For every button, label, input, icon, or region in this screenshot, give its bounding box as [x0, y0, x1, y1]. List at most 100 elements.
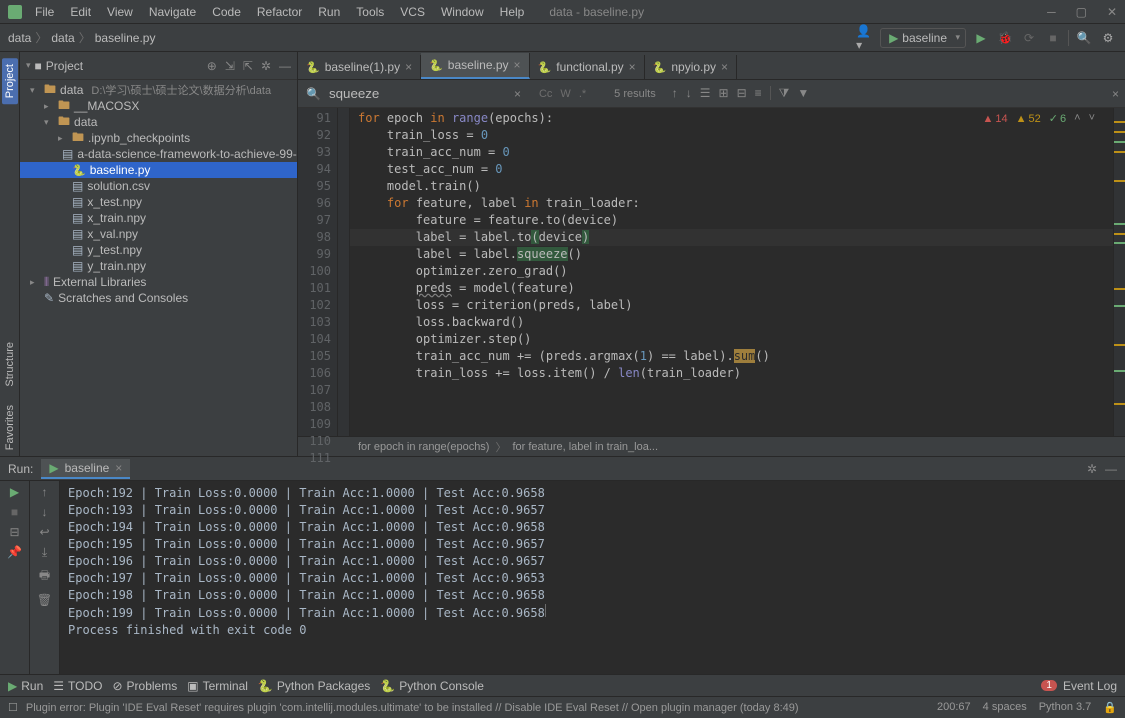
regex-toggle[interactable]: .* [579, 88, 586, 100]
filter-icon[interactable]: ⧩ [779, 86, 790, 101]
prev-match-icon[interactable]: ↑ [672, 86, 678, 101]
prev-highlight-icon[interactable]: ˄ [1074, 112, 1080, 125]
hide-run-icon[interactable]: — [1105, 462, 1117, 476]
stop-button[interactable]: ■ [1044, 29, 1062, 47]
pin-icon[interactable]: 📌 [7, 545, 22, 559]
add-selection-icon[interactable]: ⊞ [719, 86, 729, 101]
breadcrumb-item[interactable]: data [8, 31, 31, 45]
stop-icon[interactable]: ■ [11, 505, 18, 519]
next-highlight-icon[interactable]: ˅ [1089, 112, 1095, 125]
tool-run[interactable]: ▶Run [8, 679, 43, 693]
menu-item[interactable]: View [100, 3, 140, 21]
sidebar-tab-structure[interactable]: Structure [2, 336, 18, 393]
expand-all-icon[interactable]: ⇲ [225, 59, 235, 73]
tool-window-toggle-icon[interactable]: ☐ [8, 701, 18, 714]
menu-item[interactable]: Run [311, 3, 347, 21]
close-tab-icon[interactable]: × [629, 60, 636, 74]
collapse-all-icon[interactable]: ⇱ [243, 59, 253, 73]
print-icon[interactable]: 🖶 [39, 566, 50, 587]
menu-item[interactable]: VCS [393, 3, 432, 21]
breadcrumb-item[interactable]: data [51, 31, 74, 45]
run-config-selector[interactable]: ▶ baseline [880, 28, 966, 48]
lock-icon[interactable]: 🔒 [1103, 701, 1117, 714]
user-icon[interactable]: 👤▾ [856, 29, 874, 47]
tree-item[interactable]: ▤x_val.npy [20, 226, 297, 242]
code-editor[interactable]: 9192939495969798991001011021031041051061… [298, 108, 1125, 436]
close-tab-icon[interactable]: × [514, 58, 521, 72]
layout-icon[interactable]: ⊟ [9, 525, 19, 539]
words-toggle[interactable]: W [560, 88, 570, 100]
fold-gutter[interactable] [338, 108, 350, 436]
minimize-icon[interactable]: ─ [1047, 5, 1056, 19]
tree-item[interactable]: ▸🖿.ipynb_checkpoints [20, 130, 297, 146]
tool-py-console[interactable]: 🐍 Python Console [380, 679, 484, 693]
line-col-indicator[interactable]: 200:67 [937, 701, 971, 714]
menu-item[interactable]: Edit [63, 3, 98, 21]
match-case-toggle[interactable]: Cc [539, 88, 552, 100]
more-icon[interactable]: ▼ [797, 86, 809, 101]
tool-py-packages[interactable]: 🐍 Python Packages [258, 679, 370, 693]
menu-item[interactable]: Help [493, 3, 532, 21]
soft-wrap-icon[interactable]: ↩ [39, 525, 49, 539]
close-tab-icon[interactable]: × [721, 60, 728, 74]
scroll-end-icon[interactable]: ⤓ [42, 545, 47, 560]
editor-breadcrumb[interactable]: for epoch in range(epochs) 〉 for feature… [298, 436, 1125, 456]
hide-icon[interactable]: — [279, 59, 291, 73]
close-tab-icon[interactable]: × [405, 60, 412, 74]
event-log[interactable]: Event Log [1063, 679, 1117, 693]
tree-item[interactable]: ▤a-data-science-framework-to-achieve-99-… [20, 146, 297, 162]
run-tab[interactable]: ▶ baseline × [41, 459, 130, 479]
editor-tab[interactable]: 🐍baseline(1).py× [298, 55, 421, 79]
close-find-bar[interactable]: × [1112, 87, 1119, 101]
locate-icon[interactable]: ⊕ [207, 59, 217, 73]
project-tree[interactable]: ▾🖿dataD:\学习\硕士\硕士论文\数据分析\data▸🖿__MACOSX▾… [20, 80, 297, 456]
tree-item[interactable]: ▤y_test.npy [20, 242, 297, 258]
tree-item[interactable]: ▤solution.csv [20, 178, 297, 194]
select-all-icon[interactable]: ☰ [700, 86, 711, 101]
menu-item[interactable]: Refactor [250, 3, 309, 21]
editor-tab[interactable]: 🐍functional.py× [530, 55, 645, 79]
run-button[interactable]: ▶ [972, 29, 990, 47]
editor-tab[interactable]: 🐍baseline.py× [421, 53, 529, 79]
tree-item[interactable]: ✎Scratches and Consoles [20, 290, 297, 306]
tree-item[interactable]: ▤y_train.npy [20, 258, 297, 274]
search-everywhere-icon[interactable]: 🔍 [1075, 29, 1093, 47]
clear-icon[interactable]: 🗑 [37, 593, 52, 607]
line-number-gutter[interactable]: 9192939495969798991001011021031041051061… [298, 108, 338, 436]
debug-button[interactable]: 🐞 [996, 29, 1014, 47]
rerun-icon[interactable]: ▶ [10, 485, 19, 499]
python-interpreter[interactable]: Python 3.7 [1039, 701, 1092, 714]
maximize-icon[interactable]: ▢ [1076, 5, 1087, 19]
menu-item[interactable]: Window [434, 3, 491, 21]
close-icon[interactable]: ✕ [1107, 5, 1117, 19]
next-match-icon[interactable]: ↓ [686, 86, 692, 101]
tree-item[interactable]: ▤x_train.npy [20, 210, 297, 226]
status-message[interactable]: Plugin error: Plugin 'IDE Eval Reset' re… [26, 702, 799, 714]
remove-selection-icon[interactable]: ⊟ [737, 86, 747, 101]
menu-item[interactable]: Code [205, 3, 248, 21]
tool-terminal[interactable]: ▣ Terminal [187, 679, 248, 693]
run-settings-icon[interactable]: ✲ [1087, 462, 1097, 476]
indent-indicator[interactable]: 4 spaces [983, 701, 1027, 714]
coverage-icon[interactable]: ⟳ [1020, 29, 1038, 47]
ide-settings-icon[interactable]: ⚙ [1099, 29, 1117, 47]
tree-item[interactable]: 🐍baseline.py [20, 162, 297, 178]
close-run-tab[interactable]: × [115, 461, 122, 475]
sidebar-tab-project[interactable]: Project [2, 58, 18, 104]
menu-item[interactable]: Navigate [142, 3, 203, 21]
tree-item[interactable]: ▾🖿data [20, 114, 297, 130]
sidebar-tab-favorites[interactable]: Favorites [2, 399, 18, 456]
editor-tab[interactable]: 🐍npyio.py× [645, 55, 737, 79]
tool-problems[interactable]: ⊘ Problems [112, 679, 177, 693]
console-output[interactable]: Epoch:192 | Train Loss:0.0000 | Train Ac… [60, 481, 1125, 674]
select-occurrences-icon[interactable]: ≡ [755, 86, 762, 101]
clear-search-icon[interactable]: × [514, 87, 521, 101]
inspection-widget[interactable]: ▲14 ▲52 ✓6 ˄ ˅ [983, 112, 1096, 125]
project-view-mode[interactable]: ■ Project [26, 59, 83, 73]
search-input[interactable] [329, 86, 506, 101]
breadcrumb-item[interactable]: baseline.py [95, 31, 156, 45]
error-stripe[interactable] [1113, 108, 1125, 436]
settings-icon[interactable]: ✲ [261, 59, 271, 73]
menu-item[interactable]: Tools [349, 3, 391, 21]
tree-item[interactable]: ▸⫴External Libraries [20, 274, 297, 290]
